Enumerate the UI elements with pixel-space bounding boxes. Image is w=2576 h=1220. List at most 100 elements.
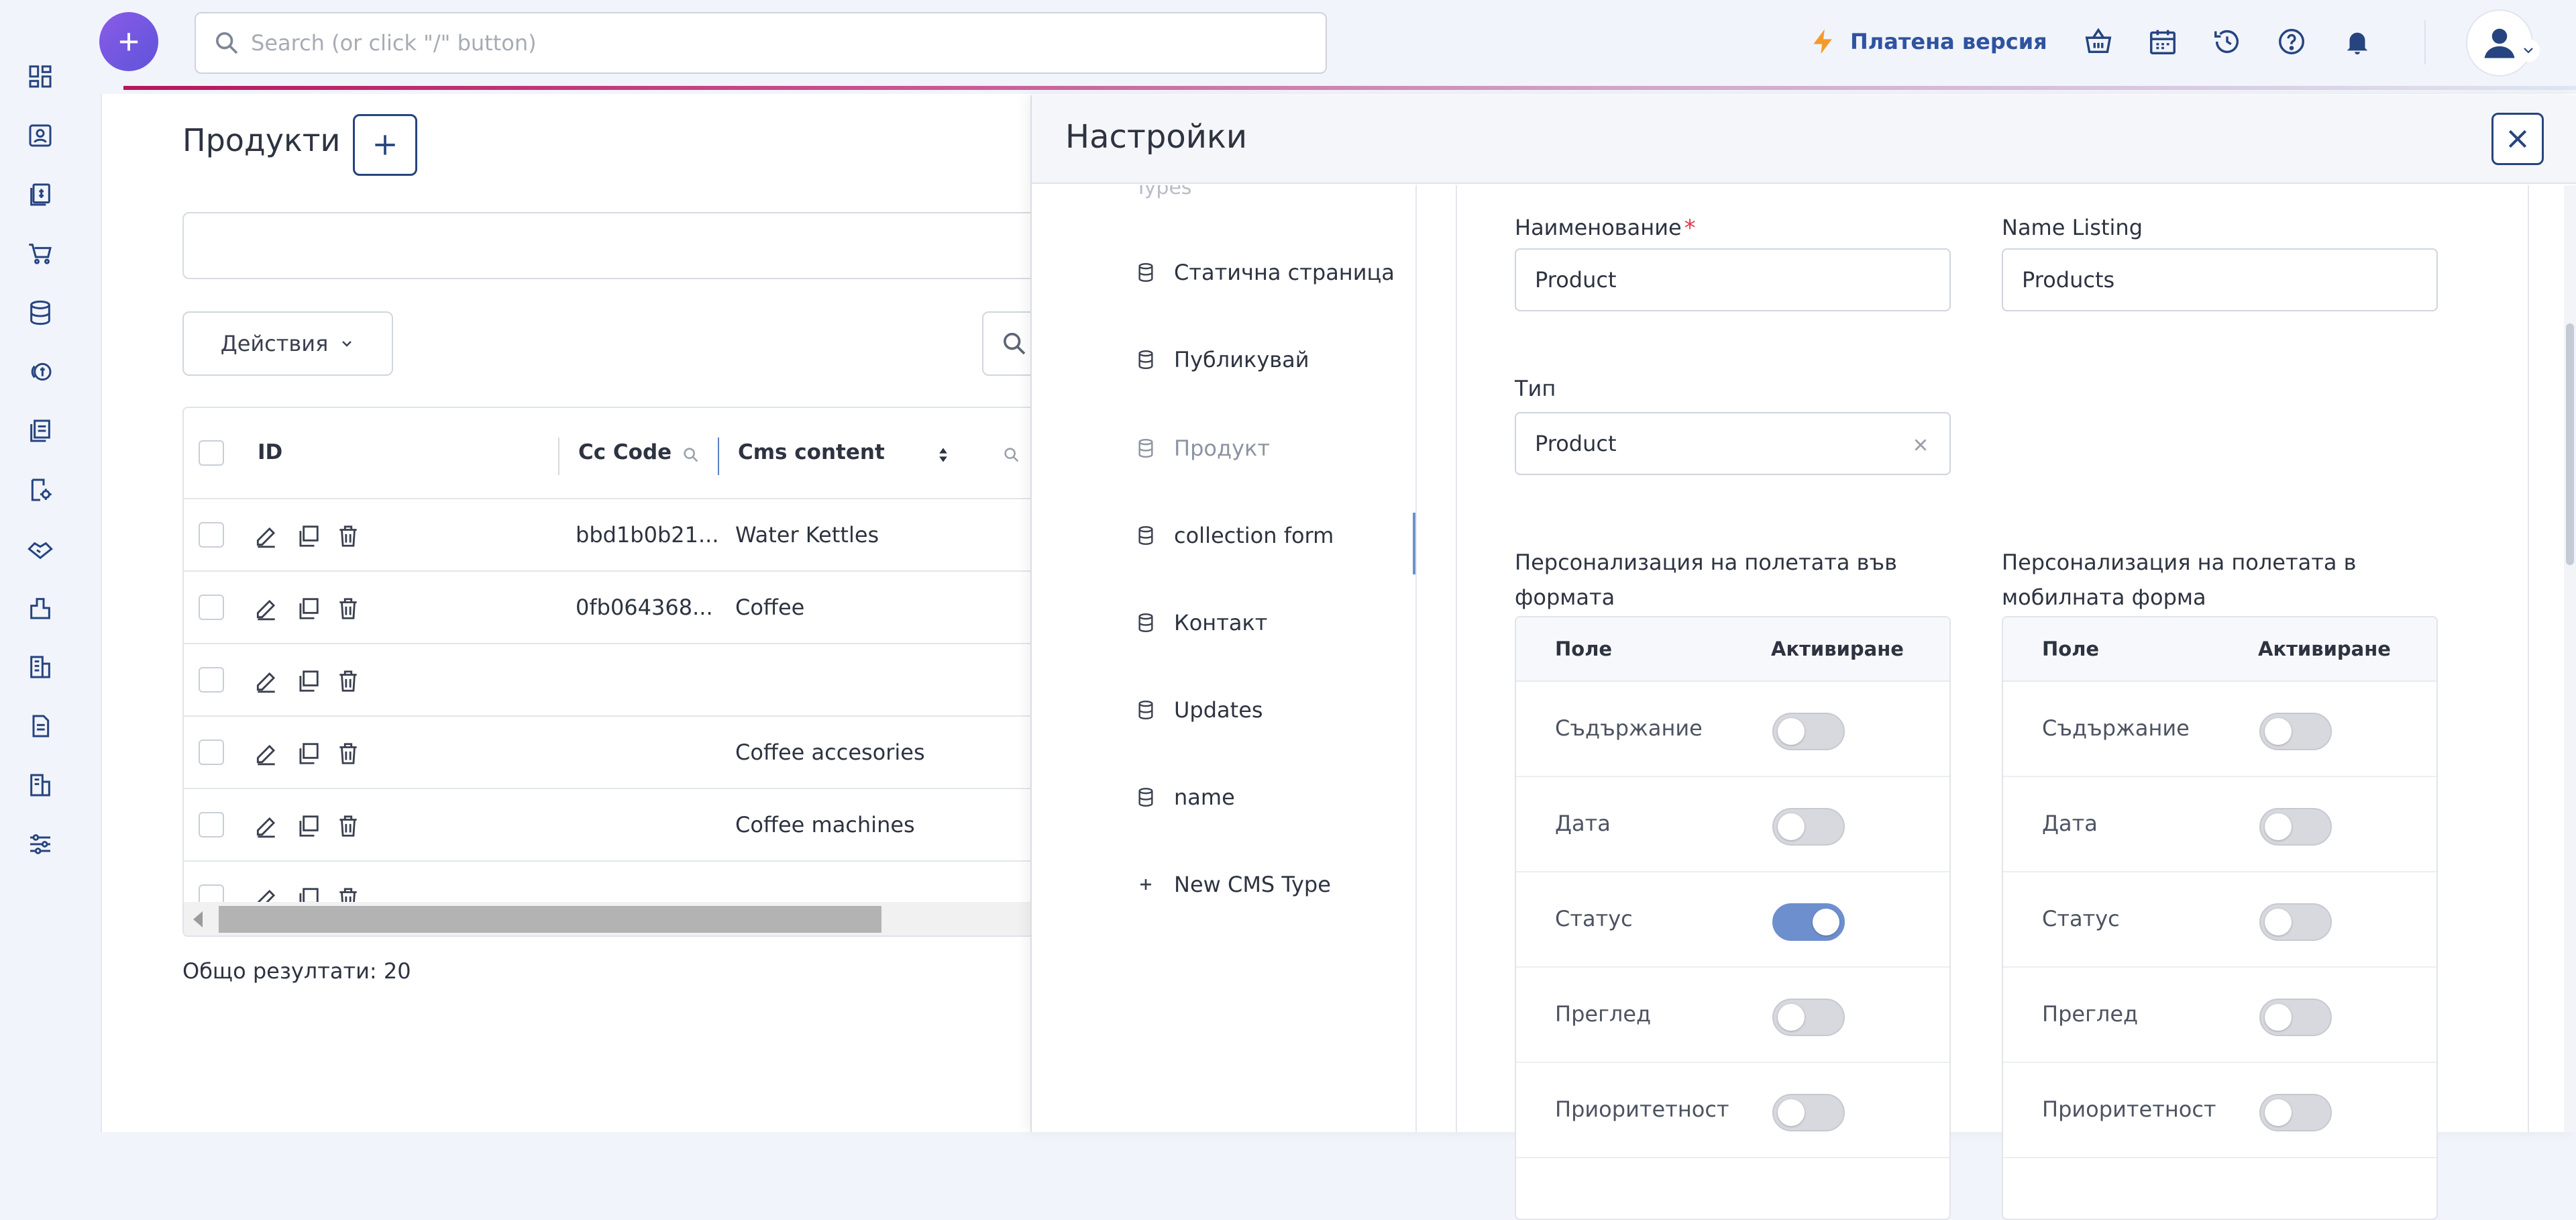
table-header: ID Cc Code Cms content <box>184 408 1174 499</box>
type-item-contact[interactable]: Контакт <box>1135 603 1267 643</box>
toggle-switch[interactable] <box>1772 903 1845 941</box>
edit-icon[interactable] <box>254 523 279 549</box>
trash-icon[interactable] <box>335 596 361 621</box>
scroll-left-icon[interactable] <box>193 911 203 927</box>
column-search-icon[interactable] <box>1002 446 1021 464</box>
trash-icon[interactable] <box>335 741 361 766</box>
toggle-switch[interactable] <box>2259 1094 2332 1131</box>
trash-icon[interactable] <box>335 523 361 549</box>
database-icon <box>1138 439 1153 458</box>
add-product-button[interactable] <box>353 114 417 176</box>
row-checkbox[interactable] <box>199 595 224 620</box>
global-search[interactable] <box>195 12 1327 74</box>
copy-icon[interactable] <box>295 668 321 694</box>
field-row-date: Дата <box>2003 777 2436 872</box>
table-row[interactable]: bbd1b0b21... Water Kettles <box>184 499 1174 572</box>
copy-icon[interactable] <box>295 523 321 549</box>
select-all-checkbox[interactable] <box>199 440 224 466</box>
invoices-icon[interactable] <box>24 179 56 211</box>
chevron-down-icon[interactable] <box>2517 39 2540 62</box>
cart-icon[interactable] <box>24 238 56 270</box>
documents-icon[interactable] <box>24 415 56 447</box>
database-icon[interactable] <box>24 297 56 329</box>
bell-icon[interactable] <box>2340 24 2375 59</box>
type-item-product[interactable]: Продукт <box>1135 428 1270 468</box>
row-checkbox[interactable] <box>199 667 224 693</box>
close-drawer-button[interactable] <box>2491 113 2544 165</box>
edit-icon[interactable] <box>254 596 279 621</box>
type-item-collection-form[interactable]: collection form <box>1135 515 1334 556</box>
scrollbar-thumb[interactable] <box>219 906 881 933</box>
copy-icon[interactable] <box>295 813 321 839</box>
filter-bar[interactable] <box>182 212 1135 279</box>
new-cms-type-button[interactable]: New CMS Type <box>1135 864 1331 905</box>
settings-doc-icon[interactable] <box>24 474 56 506</box>
column-divider[interactable] <box>558 438 559 475</box>
actions-dropdown[interactable]: Действия <box>182 311 393 376</box>
paid-version-link[interactable]: Платена версия <box>1809 23 2047 60</box>
coins-icon[interactable] <box>24 356 56 388</box>
type-item-updates[interactable]: Updates <box>1135 690 1263 730</box>
table-row[interactable]: Coffee machines <box>184 789 1174 862</box>
scrollbar-thumb[interactable] <box>2566 323 2574 565</box>
column-header-activate: Активиране <box>1771 638 1904 660</box>
building-icon[interactable] <box>24 651 56 683</box>
company-icon[interactable] <box>24 769 56 801</box>
history-icon[interactable] <box>2210 24 2245 59</box>
type-item-static-page[interactable]: Статична страница <box>1135 252 1395 293</box>
vertical-scrollbar[interactable] <box>2564 185 2576 1132</box>
type-item-label: Публикувай <box>1174 347 1309 372</box>
column-divider-active[interactable] <box>718 438 719 475</box>
calendar-icon[interactable] <box>2145 24 2180 59</box>
type-select[interactable]: Product <box>1515 412 1951 475</box>
mobile-fields-header: Поле Активиране <box>2003 617 2436 682</box>
horizontal-scrollbar[interactable] <box>184 902 1174 935</box>
copy-icon[interactable] <box>295 741 321 766</box>
column-header-cc-code[interactable]: Cc Code <box>578 440 672 464</box>
table-row[interactable] <box>184 644 1174 717</box>
copy-icon[interactable] <box>295 596 321 621</box>
types-heading: Types <box>1135 185 1192 199</box>
table-row[interactable]: 0fb064368... Coffee <box>184 572 1174 644</box>
name-input[interactable]: Product <box>1515 248 1951 311</box>
dashboard-icon[interactable] <box>24 60 56 93</box>
help-icon[interactable] <box>2274 24 2309 59</box>
toggle-switch[interactable] <box>2259 713 2332 750</box>
handshake-icon[interactable] <box>24 533 56 565</box>
column-header-activate: Активиране <box>2258 638 2391 660</box>
column-header-cms-content[interactable]: Cms content <box>738 440 885 464</box>
toggle-switch[interactable] <box>1772 713 1845 750</box>
row-checkbox[interactable] <box>199 522 224 548</box>
edit-icon[interactable] <box>254 741 279 766</box>
row-checkbox[interactable] <box>199 740 224 765</box>
type-item-publish[interactable]: Публикувай <box>1135 340 1309 380</box>
basket-icon[interactable] <box>2081 24 2116 59</box>
clear-icon[interactable] <box>1912 436 1929 454</box>
database-icon <box>1138 350 1153 370</box>
toggle-switch[interactable] <box>1772 808 1845 846</box>
toggle-switch[interactable] <box>1772 1094 1845 1131</box>
toggle-switch[interactable] <box>1772 999 1845 1036</box>
field-name: Преглед <box>2042 1001 2139 1027</box>
new-cms-type-label: New CMS Type <box>1174 872 1331 897</box>
row-checkbox[interactable] <box>199 812 224 837</box>
contacts-icon[interactable] <box>24 119 56 152</box>
trash-icon[interactable] <box>335 668 361 694</box>
toggle-switch[interactable] <box>2259 999 2332 1036</box>
file-icon[interactable] <box>24 710 56 742</box>
global-search-input[interactable] <box>250 30 1256 56</box>
table-row[interactable]: Coffee accesories <box>184 717 1174 789</box>
reports-icon[interactable] <box>24 592 56 624</box>
edit-icon[interactable] <box>254 813 279 839</box>
name-listing-input[interactable]: Products <box>2002 248 2438 311</box>
sliders-icon[interactable] <box>24 828 56 860</box>
toggle-switch[interactable] <box>2259 903 2332 941</box>
trash-icon[interactable] <box>335 813 361 839</box>
column-search-icon[interactable] <box>682 446 700 464</box>
edit-icon[interactable] <box>254 668 279 694</box>
sort-icon[interactable] <box>934 446 953 464</box>
type-item-name[interactable]: name <box>1135 777 1235 817</box>
toggle-switch[interactable] <box>2259 808 2332 846</box>
column-header-id[interactable]: ID <box>258 440 282 464</box>
global-add-button[interactable]: + <box>99 12 158 71</box>
